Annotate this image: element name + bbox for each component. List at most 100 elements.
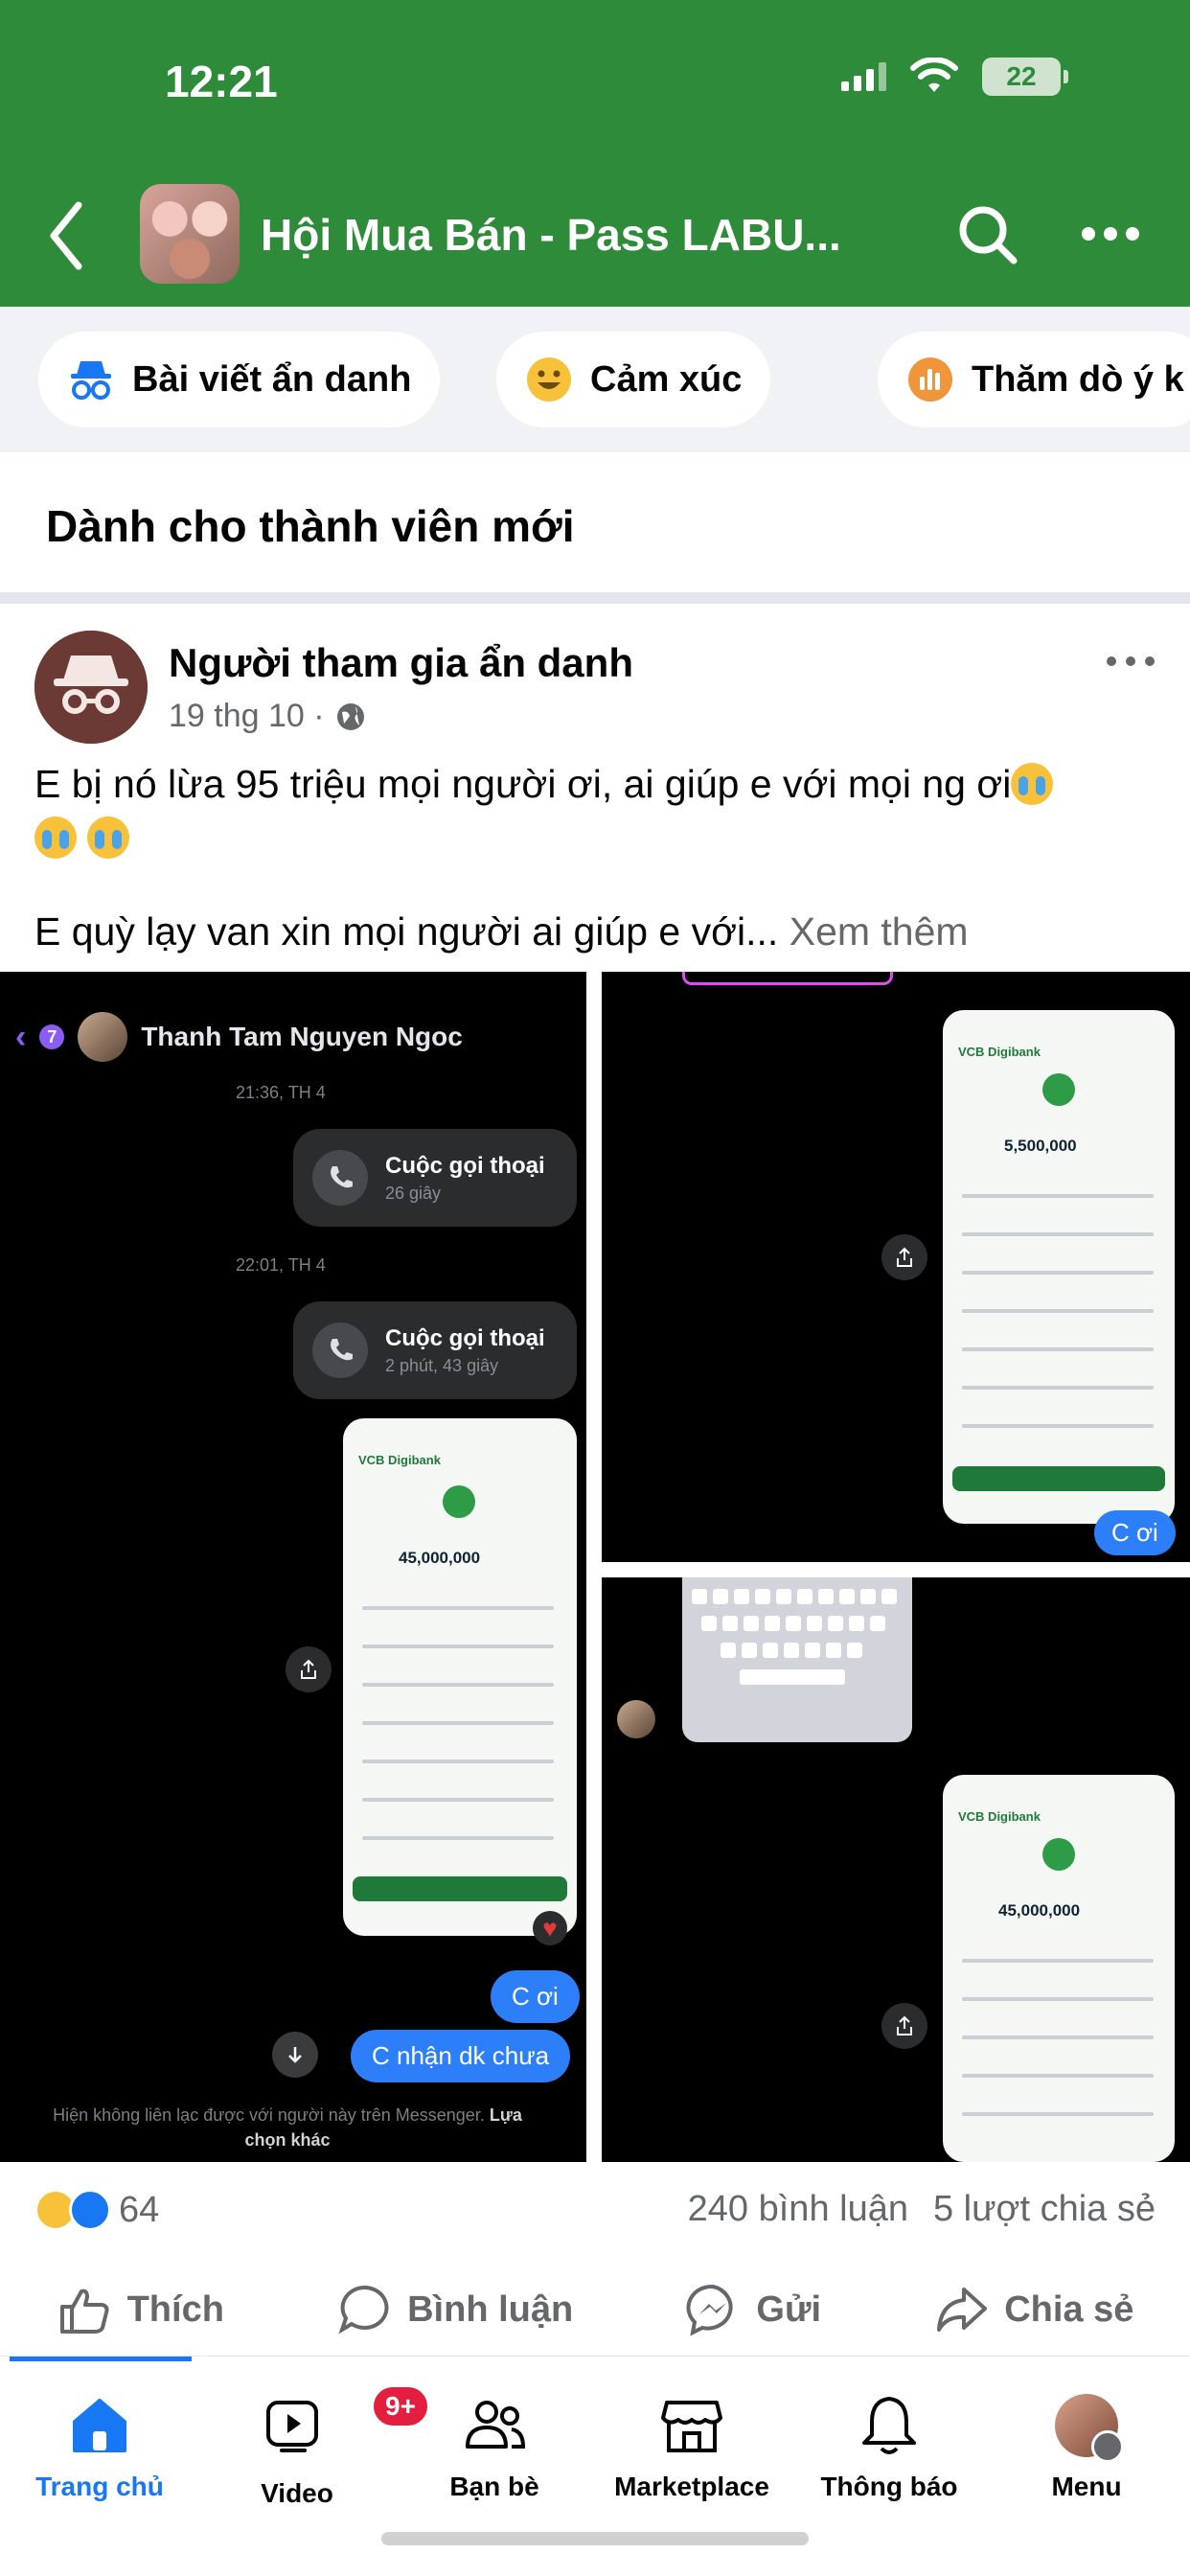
crying-emoji-icon <box>87 816 130 859</box>
more-options-icon[interactable] <box>1077 205 1144 263</box>
chat-timestamp: 22:01, TH 4 <box>236 1255 326 1275</box>
home-indicator <box>381 2532 809 2545</box>
back-chevron-icon: ‹ <box>15 1018 27 1055</box>
like-button[interactable]: Thích <box>57 2282 224 2337</box>
tab-menu[interactable]: Menu <box>991 2391 1182 2502</box>
media-tile-receipt-1[interactable]: VCB Digibank 5,500,000 C ơi <box>602 972 1190 1562</box>
receipt-amount: 5,500,000 <box>1004 1137 1077 1155</box>
tab-label: Marketplace <box>614 2472 769 2501</box>
chip-poll[interactable]: Thăm dò ý k <box>878 332 1190 427</box>
chat-contact-name: Thanh Tam Nguyen Ngoc <box>141 1022 463 1051</box>
call-title: Cuộc gọi thoại <box>385 1152 545 1179</box>
thumbs-up-icon <box>59 2288 109 2334</box>
share-button[interactable]: Chia sẻ <box>933 2282 1133 2337</box>
video-icon-wrap: 9+ <box>263 2383 431 2467</box>
group-avatar[interactable] <box>140 184 240 284</box>
contact-avatar <box>78 1012 128 1062</box>
menu-avatar-wrap <box>1055 2391 1124 2463</box>
share-icon[interactable] <box>286 1646 332 1692</box>
tab-label: Trang chủ <box>35 2472 164 2501</box>
chat-footer-note: Hiện không liên lạc được với người này t… <box>38 2103 537 2152</box>
tab-label: Video <box>261 2478 333 2508</box>
send-button[interactable]: Gửi <box>685 2282 821 2337</box>
composer-chips: Bài viết ẩn danh Cảm xúc Thăm dò ý k <box>0 307 1190 452</box>
contact-avatar <box>617 1700 655 1738</box>
like-label: Thích <box>126 2288 224 2330</box>
media-tile-receipt-2[interactable]: VCB Digibank 45,000,000 <box>602 1577 1190 2162</box>
messenger-icon <box>686 2284 733 2336</box>
post-media-grid[interactable]: ‹ 7 Thanh Tam Nguyen Ngoc 21:36, TH 4 Cu… <box>0 972 1190 2162</box>
active-tab-indicator <box>10 2357 192 2361</box>
post-text: E bị nó lừa 95 triệu mọi người ơi, ai gi… <box>34 757 1156 864</box>
share-label: Chia sẻ <box>1004 2288 1134 2330</box>
post-meta: 19 thg 10 · <box>169 698 367 735</box>
reaction-count: 64 <box>119 2189 160 2230</box>
footer-note-text: Hiện không liên lạc được với người này t… <box>53 2105 485 2125</box>
tab-friends[interactable]: Bạn bè <box>399 2391 590 2502</box>
post-more-icon[interactable] <box>1102 642 1159 680</box>
message-bubble: C ơi <box>1094 1510 1176 1555</box>
wifi-icon <box>910 58 958 92</box>
receipt-bank: VCB Digibank <box>358 1453 441 1467</box>
receipt-amount: 45,000,000 <box>998 1901 1081 1920</box>
message-bubble: C ơi <box>491 1970 580 2023</box>
chip-feeling[interactable]: Cảm xúc <box>496 332 771 427</box>
post-date: 19 thg 10 · <box>169 698 325 734</box>
tab-label: Thông báo <box>820 2472 958 2501</box>
signal-icon <box>841 62 886 91</box>
receipt-amount: 45,000,000 <box>399 1549 481 1567</box>
tab-video[interactable]: 9+ Video <box>201 2383 431 2509</box>
receipt-bank: VCB Digibank <box>958 1809 1041 1824</box>
media-tile-chat[interactable]: ‹ 7 Thanh Tam Nguyen Ngoc 21:36, TH 4 Cu… <box>0 972 586 2162</box>
share-icon[interactable] <box>881 2003 927 2049</box>
smiley-icon <box>525 356 573 403</box>
globe-icon <box>336 702 364 730</box>
friends-icon <box>466 2401 526 2449</box>
scroll-down-icon[interactable] <box>272 2032 318 2078</box>
phone-icon <box>312 1322 368 1378</box>
call-title: Cuộc gọi thoại <box>385 1324 545 1351</box>
menu-avatar-icon <box>1055 2394 1124 2463</box>
comment-button[interactable]: Bình luận <box>336 2282 573 2337</box>
chip-anonymous-post[interactable]: Bài viết ẩn danh <box>38 332 441 427</box>
marketplace-icon <box>661 2401 722 2452</box>
anonymous-avatar[interactable] <box>34 631 148 744</box>
tab-notifications[interactable]: Thông báo <box>793 2391 985 2502</box>
chip-label: Thăm dò ý k <box>972 358 1184 400</box>
post-author[interactable]: Người tham gia ẩn danh <box>169 640 633 686</box>
tab-label: Menu <box>1051 2472 1122 2501</box>
tab-home[interactable]: Trang chủ <box>4 2391 195 2502</box>
group-title[interactable]: Hội Mua Bán - Pass LABU... <box>261 209 841 261</box>
comment-count[interactable]: 240 bình luận <box>688 2189 908 2230</box>
share-arrow-icon <box>937 2288 988 2332</box>
share-icon[interactable] <box>881 1234 927 1280</box>
tab-label: Bạn bè <box>449 2472 539 2501</box>
chip-label: Cảm xúc <box>590 358 743 400</box>
status-icons: 22 <box>841 58 1068 96</box>
comment-label: Bình luận <box>407 2288 574 2330</box>
home-icon <box>73 2399 126 2452</box>
group-header: 12:21 22 Hội Mua Bán - Pass LABU... <box>0 0 1190 307</box>
bank-receipt: VCB Digibank 45,000,000 <box>343 1418 577 1936</box>
bell-icon <box>862 2397 916 2454</box>
call-duration: 26 giây <box>385 1183 442 1203</box>
comment-icon <box>338 2285 389 2334</box>
tab-marketplace[interactable]: Marketplace <box>596 2391 788 2502</box>
bank-receipt: VCB Digibank 5,500,000 <box>943 1010 1175 1524</box>
chip-label: Bài viết ẩn danh <box>132 358 412 400</box>
back-button[interactable] <box>42 197 90 274</box>
see-more-link[interactable]: Xem thêm <box>790 909 969 954</box>
call-bubble: Cuộc gọi thoại 26 giây <box>293 1129 577 1227</box>
video-icon <box>266 2401 318 2452</box>
status-time: 12:21 <box>165 57 278 106</box>
success-check-icon <box>1042 1073 1075 1106</box>
success-check-icon <box>1042 1838 1075 1871</box>
receipt-bank: VCB Digibank <box>958 1045 1041 1059</box>
search-icon[interactable] <box>954 201 1021 268</box>
receipt-button <box>952 1466 1165 1491</box>
reactions-summary[interactable]: 64 <box>34 2189 159 2231</box>
share-count[interactable]: 5 lượt chia sẻ <box>933 2189 1156 2230</box>
post-text-line1: E bị nó lừa 95 triệu mọi người ơi, ai gi… <box>34 762 1012 806</box>
unread-badge: 7 <box>39 1024 65 1049</box>
call-duration: 2 phút, 43 giây <box>385 1355 499 1375</box>
